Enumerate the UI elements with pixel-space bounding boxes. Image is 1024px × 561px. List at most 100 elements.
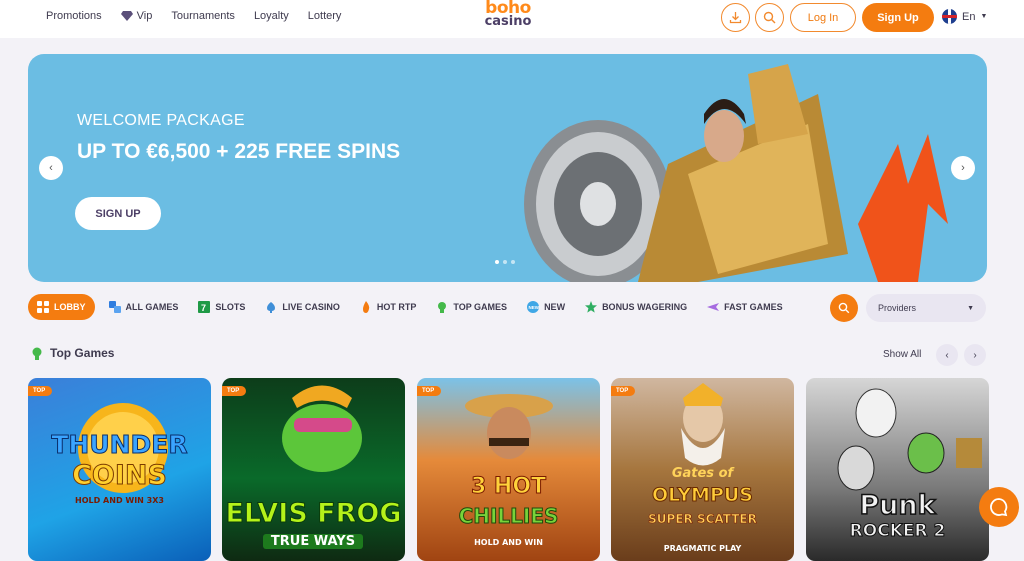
slide-dot[interactable] xyxy=(495,260,499,264)
nav-vip[interactable]: Vip xyxy=(120,10,152,22)
plane-icon xyxy=(707,303,720,311)
trophy-icon xyxy=(32,347,42,360)
game-card[interactable]: TOP 3 HOT CHILLIES HOLD AND WIN xyxy=(417,378,600,561)
svg-text:7: 7 xyxy=(201,303,206,313)
providers-dropdown[interactable]: Providers ▼ xyxy=(866,294,986,322)
search-icon xyxy=(838,302,850,314)
diamond-icon xyxy=(267,302,276,313)
game-title: Punk xyxy=(859,489,937,522)
top-badge: TOP xyxy=(28,386,53,396)
game-title: ELVIS FROG xyxy=(225,498,402,530)
slide-dot[interactable] xyxy=(511,260,515,264)
banner-subtitle: WELCOME PACKAGE xyxy=(77,112,245,129)
language-selector[interactable]: En ▼ xyxy=(942,9,987,24)
chevron-down-icon: ▼ xyxy=(967,304,974,312)
game-title: Gates of xyxy=(671,466,734,481)
nav-promotions[interactable]: Promotions xyxy=(46,10,102,22)
banner-prev-button[interactable]: ‹ xyxy=(39,156,63,180)
logo-bottom-text: casino xyxy=(484,14,532,29)
games-next-button[interactable]: › xyxy=(964,344,986,366)
main-nav: Promotions Vip Tournaments Loyalty Lotte… xyxy=(46,10,341,22)
category-label: TOP GAMES xyxy=(453,302,508,312)
category-label: LOBBY xyxy=(54,302,86,312)
game-title: CHILLIES xyxy=(458,504,559,529)
star-icon xyxy=(585,301,598,313)
casino-logo[interactable]: boho casino xyxy=(482,0,534,34)
top-badge: TOP xyxy=(417,386,442,396)
category-new[interactable]: NEW NEW xyxy=(517,294,575,320)
banner-title: UP TO €6,500 + 225 FREE SPINS xyxy=(77,140,401,163)
category-label: LIVE CASINO xyxy=(282,302,340,312)
category-label: ALL GAMES xyxy=(125,302,179,312)
game-card[interactable]: TOP ELVIS FROG TRUE WAYS xyxy=(222,378,405,561)
game-subtitle: SUPER SCATTER xyxy=(648,512,757,527)
slide-dot[interactable] xyxy=(503,260,507,264)
chevron-right-icon: › xyxy=(961,162,965,174)
show-all-link[interactable]: Show All xyxy=(883,349,921,360)
category-top-games[interactable]: TOP GAMES xyxy=(426,294,517,320)
banner-artwork xyxy=(524,64,948,282)
game-subtitle: HOLD AND WIN xyxy=(474,538,543,547)
game-title: THUNDER xyxy=(51,430,188,460)
download-icon xyxy=(729,12,742,24)
game-title: COINS xyxy=(72,460,168,492)
banner-next-button[interactable]: › xyxy=(951,156,975,180)
banner-signup-button[interactable]: SIGN UP xyxy=(75,197,161,230)
live-chat-button[interactable] xyxy=(979,487,1019,527)
signup-button[interactable]: Sign Up xyxy=(862,3,934,32)
chat-icon xyxy=(990,498,1008,517)
slide-indicator xyxy=(495,260,515,264)
game-card[interactable]: Punk ROCKER 2 xyxy=(806,378,989,561)
game-search-button[interactable] xyxy=(830,294,858,322)
top-badge: TOP xyxy=(611,386,636,396)
diamond-icon xyxy=(120,11,133,21)
category-label: SLOTS xyxy=(215,302,246,312)
nav-loyalty[interactable]: Loyalty xyxy=(254,10,289,22)
section-title: Top Games xyxy=(50,346,115,360)
grid-icon xyxy=(37,301,49,313)
new-icon: NEW xyxy=(527,301,540,313)
game-provider: PRAGMATIC PLAY xyxy=(663,544,742,553)
game-card[interactable]: TOP THUNDER COINS HOLD AND WIN 3X3 xyxy=(28,378,211,561)
svg-text:NEW: NEW xyxy=(529,305,540,310)
nav-tournaments[interactable]: Tournaments xyxy=(171,10,235,22)
category-label: FAST GAMES xyxy=(724,302,783,312)
category-hot-rtp[interactable]: HOT RTP xyxy=(350,294,427,320)
category-bar: LOBBY ALL GAMES 7 SLOTS LIVE CASINO HOT … xyxy=(28,294,793,320)
category-lobby[interactable]: LOBBY xyxy=(28,294,95,320)
category-label: BONUS WAGERING xyxy=(602,302,688,312)
category-label: NEW xyxy=(544,302,566,312)
language-label: En xyxy=(962,10,976,23)
trophy-icon xyxy=(438,302,447,313)
chevron-left-icon: ‹ xyxy=(945,349,949,361)
game-subtitle: ROCKER 2 xyxy=(849,521,946,542)
game-subtitle: HOLD AND WIN 3X3 xyxy=(75,496,164,505)
game-subtitle: TRUE WAYS xyxy=(263,534,363,549)
game-title: 3 HOT xyxy=(470,474,547,500)
category-fast-games[interactable]: FAST GAMES xyxy=(697,294,793,320)
game-title: OLYMPUS xyxy=(651,484,753,507)
top-header: Promotions Vip Tournaments Loyalty Lotte… xyxy=(0,0,1024,38)
chevron-left-icon: ‹ xyxy=(49,162,53,174)
all-games-icon xyxy=(108,301,121,313)
providers-label: Providers xyxy=(878,303,917,313)
header-search-button[interactable] xyxy=(755,3,784,32)
category-slots[interactable]: 7 SLOTS xyxy=(188,294,255,320)
category-all-games[interactable]: ALL GAMES xyxy=(95,294,189,320)
welcome-banner[interactable]: WELCOME PACKAGE UP TO €6,500 + 225 FREE … xyxy=(28,54,987,282)
nav-lottery[interactable]: Lottery xyxy=(308,10,342,22)
top-badge: TOP xyxy=(222,386,247,396)
login-button[interactable]: Log In xyxy=(790,3,856,32)
game-artwork xyxy=(465,394,553,459)
section-header: Top Games xyxy=(30,346,114,360)
game-card[interactable]: TOP Gates of OLYMPUS SUPER SCATTER PRAGM… xyxy=(611,378,794,561)
slots-icon: 7 xyxy=(198,301,211,313)
category-live-casino[interactable]: LIVE CASINO xyxy=(255,294,350,320)
flame-icon xyxy=(362,301,370,313)
download-button[interactable] xyxy=(721,3,750,32)
search-icon xyxy=(763,11,776,24)
chevron-right-icon: › xyxy=(973,349,977,361)
category-bonus-wagering[interactable]: BONUS WAGERING xyxy=(575,294,697,320)
uk-flag-icon xyxy=(942,9,957,24)
games-prev-button[interactable]: ‹ xyxy=(936,344,958,366)
